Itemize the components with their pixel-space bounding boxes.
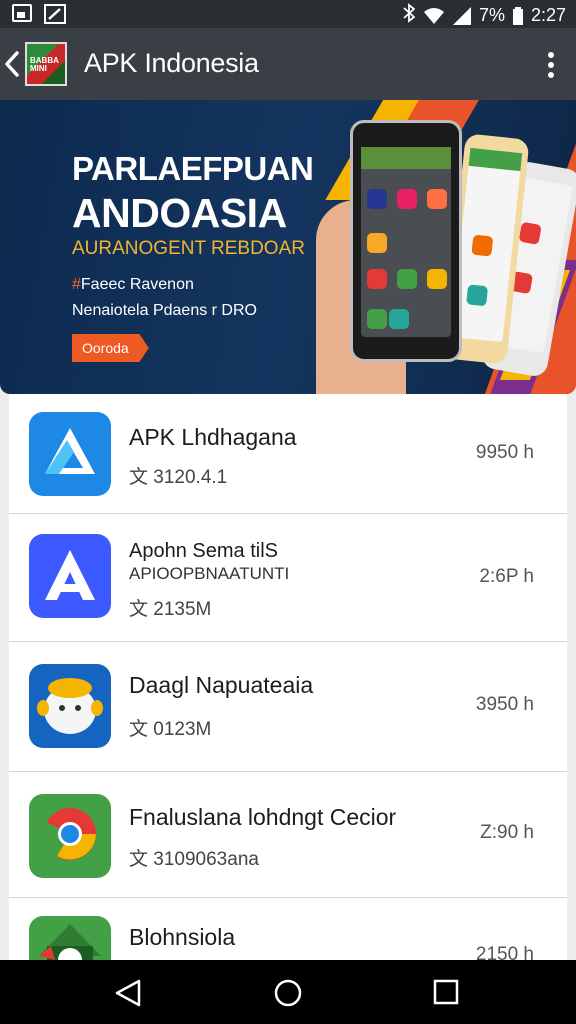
list-item[interactable]: Apohn Sema tilS APIOOPBNAATUNTI 文 2135M …: [9, 514, 567, 642]
status-bar: 7% 2:27: [0, 0, 576, 28]
banner-line-1-text: Faeec Ravenon: [80, 276, 194, 293]
app-title: Apohn Sema tilS: [129, 540, 278, 562]
app-meta: 文 2135M: [129, 599, 212, 620]
chrome-style-icon: [29, 794, 111, 878]
app-time: 2150 h: [475, 944, 534, 960]
app-logo: BABBA MINI: [25, 42, 67, 86]
banner-heading-1: PARLAEFPUAN: [72, 150, 314, 187]
phone-illustration: [350, 120, 462, 362]
nav-home-icon[interactable]: [273, 978, 303, 1013]
mascot-icon: [29, 664, 111, 748]
edit-icon: [44, 4, 66, 29]
notification-icons: [12, 4, 66, 29]
app-time: Z:90 h: [480, 822, 534, 843]
bluetooth-icon: [403, 3, 416, 28]
list-item[interactable]: APK Lhdhagana 文 3120.4.1 9950 h: [9, 394, 567, 514]
app-subtitle: APIOOPBNAATUNTI: [129, 564, 290, 583]
list-item[interactable]: Daagl Napuateaia 文 0123M 3950 h: [9, 642, 567, 772]
app-title: APK Lhdhagana: [129, 424, 297, 450]
banner-line-2: Nenaiotela Pdaens r DRO: [72, 302, 257, 319]
back-icon[interactable]: [4, 50, 20, 78]
app-title: Daagl Napuateaia: [129, 672, 314, 698]
app-bar: BABBA MINI APK Indonesia: [0, 28, 576, 100]
banner-heading-2: ANDOASIA: [72, 190, 287, 236]
promo-banner[interactable]: PARLAEFPUAN ANDOASIA AURANOGENT REBDOAR …: [0, 100, 576, 394]
app-title: Fnaluslana lohdngt Cecior: [129, 804, 397, 830]
battery-icon: [512, 6, 523, 25]
nav-back-icon[interactable]: [114, 978, 142, 1013]
banner-line-1-prefix: #: [72, 276, 81, 293]
banner-cta-button[interactable]: Ooroda: [72, 334, 149, 362]
app-meta: 文 3109063ana: [129, 849, 259, 870]
app-meta: 文 3120.4.1: [129, 467, 228, 488]
nav-recents-icon[interactable]: [432, 978, 460, 1011]
green-mascot-icon: [29, 916, 111, 960]
app-time: 2:6P h: [479, 566, 534, 587]
overflow-menu-icon[interactable]: [548, 52, 556, 78]
list-item[interactable]: Fnaluslana lohdngt Cecior 文 3109063ana Z…: [9, 772, 567, 898]
app-meta: 文 0123M: [129, 719, 212, 740]
list-item[interactable]: Blohnsiola 2150 h: [9, 898, 567, 960]
drive-style-icon: [29, 412, 111, 496]
clock: 2:27: [530, 5, 566, 25]
banner-line-1: #Faeec Ravenon: [72, 276, 194, 294]
app-title: Blohnsiola: [129, 924, 236, 950]
system-icons: 7% 2:27: [403, 3, 566, 28]
signal-icon: [452, 6, 471, 25]
app-logo-text: BABBA MINI: [30, 56, 59, 73]
banner-heading-3: AURANOGENT REBDOAR: [72, 238, 305, 259]
wifi-icon: [423, 7, 445, 25]
image-icon: [12, 4, 32, 22]
app-time: 3950 h: [475, 694, 534, 715]
navigation-bar: [0, 960, 576, 1024]
app-list: APK Lhdhagana 文 3120.4.1 9950 h Apohn Se…: [9, 394, 567, 960]
letter-a-icon: [29, 534, 111, 618]
app-title: APK Indonesia: [84, 48, 259, 78]
app-time: 9950 h: [475, 442, 534, 463]
battery-percent: 7%: [478, 5, 505, 25]
